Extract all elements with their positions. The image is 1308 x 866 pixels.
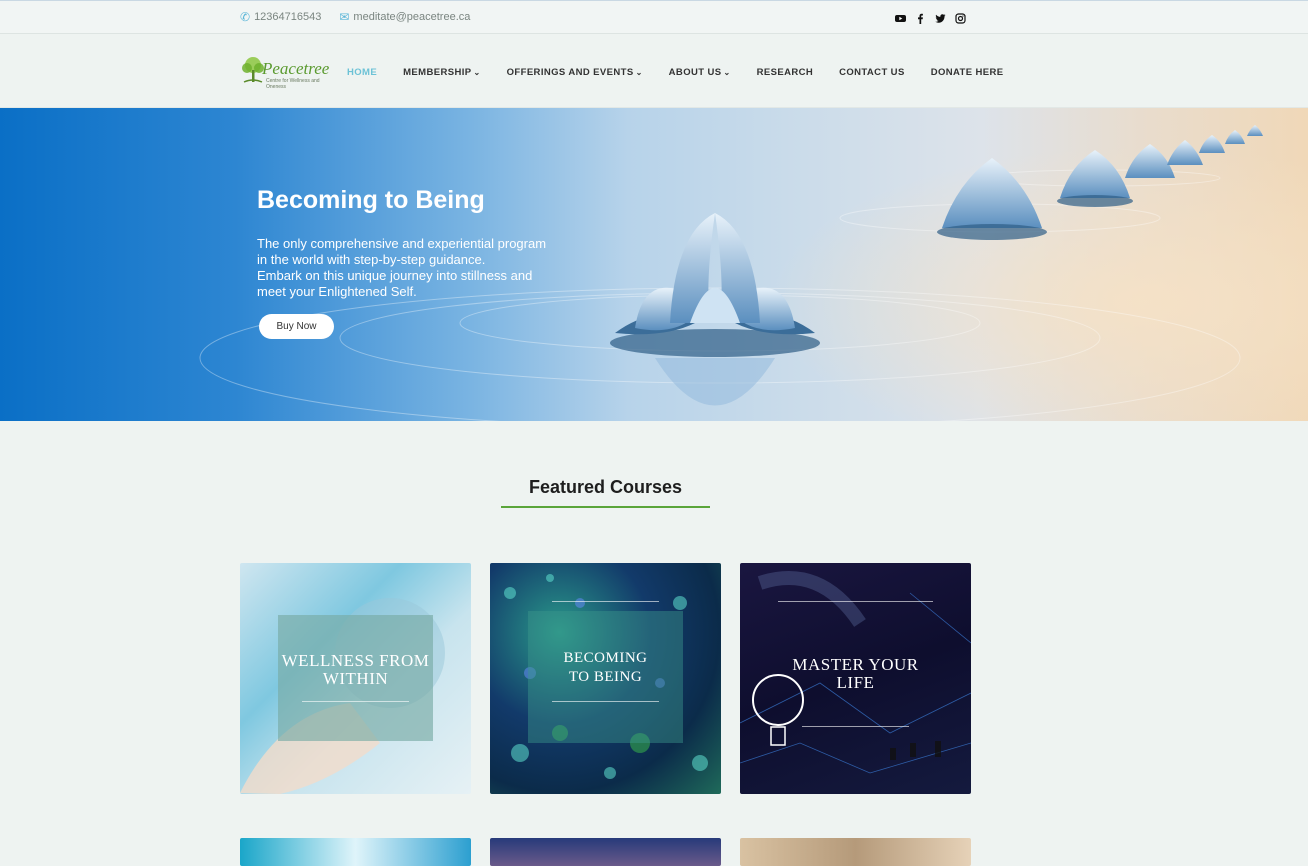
- primary-menu: HOME MEMBERSHIP ⌄ OFFERINGS AND EVENTS ⌄ A…: [347, 67, 1030, 78]
- twitter-icon[interactable]: [935, 11, 946, 23]
- chevron-down-icon: ⌄: [473, 68, 481, 77]
- brand-name: Peacetree: [262, 59, 330, 78]
- divider-line: [552, 601, 659, 602]
- course-card-master-your-life[interactable]: MASTER YOUR LIFE: [740, 563, 971, 794]
- facebook-icon[interactable]: [915, 11, 926, 24]
- divider-line: [778, 601, 933, 602]
- course-title-line: BECOMING: [563, 650, 648, 666]
- course-title-line: WITHIN: [322, 669, 389, 688]
- email-address: meditate@peacetree.ca: [353, 11, 471, 23]
- hero-line: in the world with step-by-step guidance.: [257, 252, 486, 267]
- menu-item-home[interactable]: HOME: [347, 67, 377, 78]
- chevron-down-icon: ⌄: [635, 68, 643, 77]
- hero-description: The only comprehensive and experiential …: [257, 236, 577, 300]
- contact-info: ✆ 12364716543 ✉ meditate@peacetree.ca: [240, 10, 470, 24]
- course-card-wellness[interactable]: WELLNESS FROM WITHIN: [240, 563, 471, 794]
- menu-item-contact-us[interactable]: CONTACT US: [839, 67, 905, 78]
- menu-item-research[interactable]: RESEARCH: [757, 67, 814, 78]
- course-card[interactable]: [490, 838, 721, 866]
- brand-tagline: Centre for Wellness and Oneness: [266, 78, 320, 90]
- chevron-down-icon: ⌄: [723, 68, 731, 77]
- section-title: Featured Courses: [528, 477, 683, 497]
- divider-line: [552, 701, 659, 702]
- hero-banner: Becoming to Being The only comprehensive…: [0, 108, 1308, 421]
- main-nav: Peacetree Centre for Wellness and Onenes…: [0, 34, 1308, 108]
- mail-icon: ✉: [339, 10, 350, 24]
- course-title-line: LIFE: [836, 673, 875, 692]
- course-title-line: TO BEING: [568, 669, 643, 685]
- course-title-line: MASTER YOUR: [792, 655, 919, 674]
- divider-line: [302, 701, 409, 702]
- youtube-icon[interactable]: [895, 11, 906, 22]
- section-divider: [501, 506, 710, 508]
- instagram-icon[interactable]: [955, 11, 966, 24]
- social-links: [895, 11, 966, 24]
- email-link[interactable]: ✉ meditate@peacetree.ca: [339, 10, 470, 24]
- menu-item-membership[interactable]: MEMBERSHIP ⌄: [403, 67, 481, 78]
- course-card-becoming-to-being[interactable]: BECOMING TO BEING: [490, 563, 721, 794]
- phone-number: 12364716543: [254, 11, 322, 23]
- divider-line: [802, 726, 909, 727]
- hero-line: Embark on this unique journey into still…: [257, 268, 533, 283]
- phone-link[interactable]: ✆ 12364716543: [240, 10, 321, 24]
- course-title-line: WELLNESS FROM: [281, 651, 430, 670]
- phone-icon: ✆: [240, 10, 251, 24]
- lotus-water-image: [199, 108, 1308, 421]
- menu-item-donate-here[interactable]: DONATE HERE: [931, 67, 1004, 78]
- hero-line: The only comprehensive and experiential …: [257, 236, 547, 251]
- course-card[interactable]: [740, 838, 971, 866]
- site-logo[interactable]: Peacetree Centre for Wellness and Onenes…: [240, 56, 335, 90]
- menu-item-offerings-and-events[interactable]: OFFERINGS AND EVENTS ⌄: [507, 67, 643, 78]
- top-bar: ✆ 12364716543 ✉ meditate@peacetree.ca: [0, 0, 1308, 34]
- hero-line: meet your Enlightened Self.: [257, 284, 417, 299]
- buy-now-button[interactable]: Buy Now: [259, 314, 334, 339]
- menu-item-about-us[interactable]: ABOUT US ⌄: [669, 67, 731, 78]
- hero-title: Becoming to Being: [257, 186, 485, 214]
- course-card[interactable]: [240, 838, 471, 866]
